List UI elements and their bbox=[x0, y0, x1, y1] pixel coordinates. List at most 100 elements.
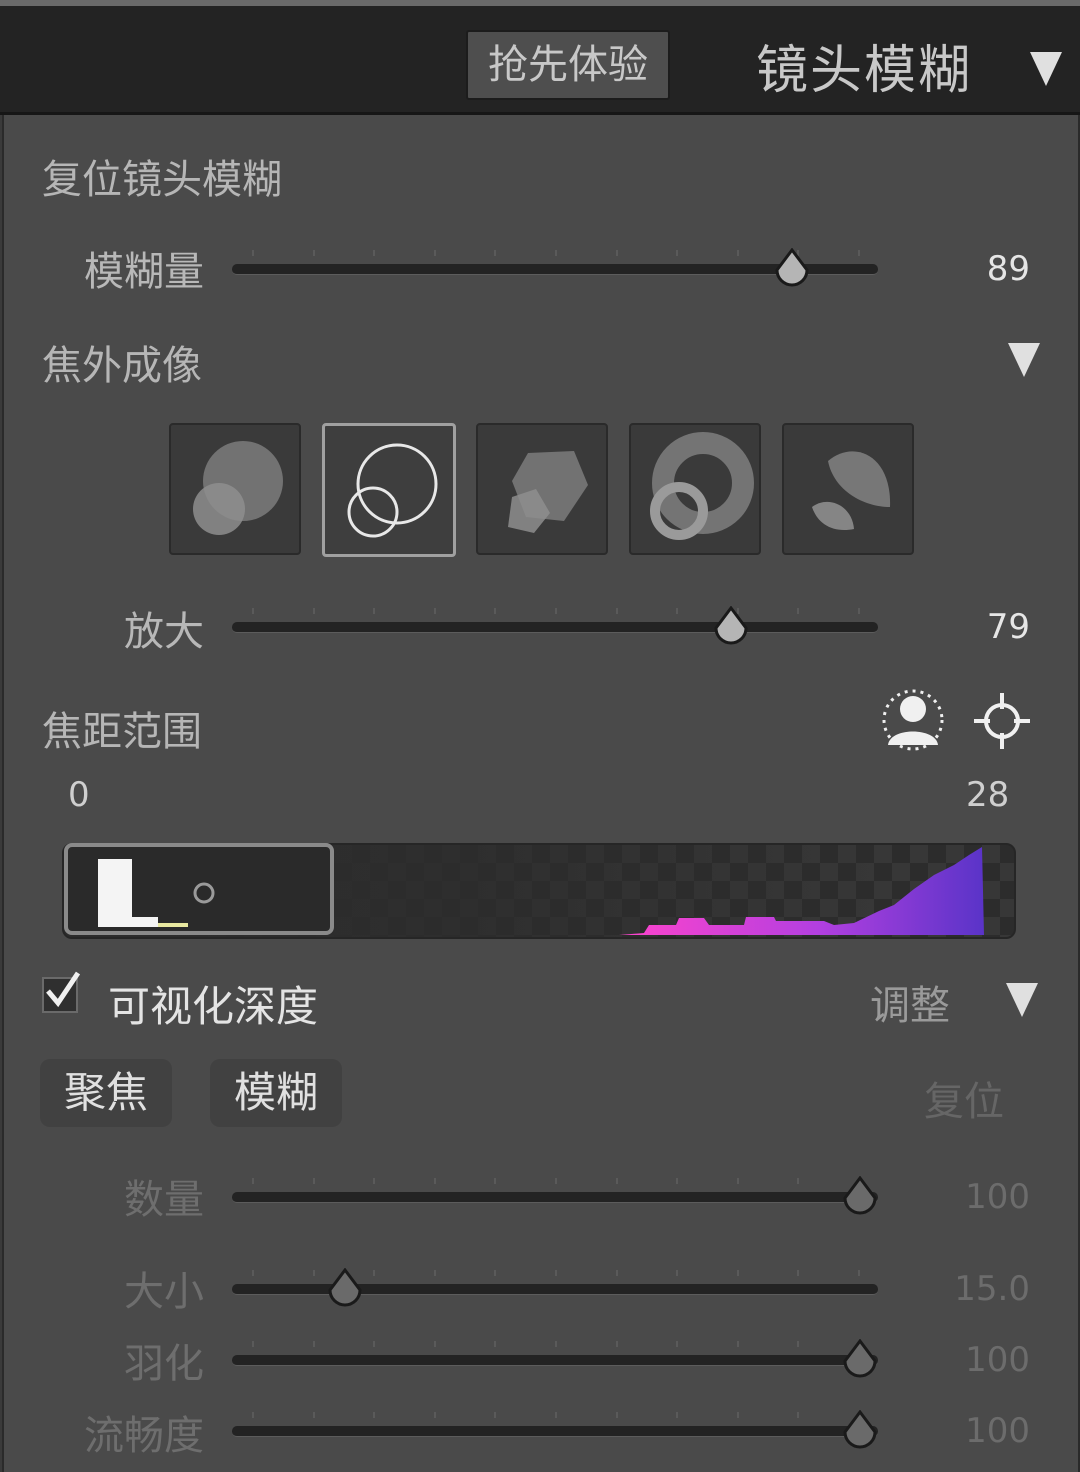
slider-tick bbox=[858, 1270, 860, 1276]
refine-smoothness-value[interactable]: 100 bbox=[930, 1411, 1030, 1451]
slider-tick bbox=[555, 1178, 557, 1184]
slider-tick bbox=[555, 1270, 557, 1276]
slider-tick bbox=[615, 1270, 618, 1276]
panel-header[interactable]: 抢先体验 镜头模糊 bbox=[0, 6, 1080, 115]
slider-tick bbox=[252, 608, 254, 614]
slider-tick bbox=[252, 1270, 254, 1276]
refine-size-thumb[interactable] bbox=[326, 1268, 364, 1308]
focus-point-icon[interactable] bbox=[192, 881, 216, 905]
slider-tick bbox=[555, 608, 557, 614]
slider-tick bbox=[494, 250, 497, 256]
bokeh-blade-button[interactable] bbox=[476, 423, 608, 555]
bokeh-bubble-button[interactable] bbox=[322, 423, 456, 557]
slider-tick bbox=[736, 1341, 739, 1347]
slider-tick bbox=[494, 608, 497, 614]
slider-tick bbox=[858, 250, 860, 256]
slider-tick bbox=[312, 1178, 315, 1184]
refine-smoothness-label: 流畅度 bbox=[84, 1413, 204, 1459]
collapse-triangle-icon[interactable] bbox=[1030, 52, 1062, 86]
slider-tick bbox=[373, 1341, 376, 1347]
bokeh-circle-button[interactable] bbox=[169, 423, 301, 555]
slider-tick bbox=[736, 250, 739, 256]
refine-reset-link[interactable]: 复位 bbox=[924, 1069, 1004, 1127]
slider-tick bbox=[615, 608, 618, 614]
blur-amount-thumb[interactable] bbox=[773, 248, 811, 288]
reset-lens-blur-link[interactable]: 复位镜头模糊 bbox=[42, 147, 282, 205]
refine-amount-value[interactable]: 100 bbox=[930, 1177, 1030, 1217]
checkmark-icon bbox=[46, 971, 81, 1008]
slider-tick bbox=[555, 1341, 557, 1347]
refine-feather-thumb[interactable] bbox=[841, 1339, 879, 1379]
refine-size-label: 大小 bbox=[124, 1269, 204, 1315]
near-depth-base bbox=[98, 917, 158, 927]
refine-smoothness-thumb[interactable] bbox=[841, 1410, 879, 1450]
blur-amount-value[interactable]: 89 bbox=[930, 249, 1030, 289]
slider-tick bbox=[312, 1341, 315, 1347]
slider-tick bbox=[676, 1270, 679, 1276]
adjust-dropdown-triangle-icon[interactable] bbox=[1006, 983, 1038, 1017]
bokeh-cat-eye-icon bbox=[812, 451, 891, 531]
slider-tick bbox=[433, 1412, 436, 1418]
slider-tick bbox=[494, 1270, 497, 1276]
early-access-button[interactable]: 抢先体验 bbox=[466, 30, 670, 100]
slider-tick bbox=[373, 250, 376, 256]
zoom-value[interactable]: 79 bbox=[930, 607, 1030, 647]
bokeh-blade-icon bbox=[508, 451, 588, 533]
slider-tick bbox=[676, 1178, 679, 1184]
refine-feather-label: 羽化 bbox=[124, 1341, 204, 1387]
bokeh-cat-eye-button[interactable] bbox=[782, 423, 914, 555]
refine-amount-track[interactable] bbox=[232, 1192, 878, 1203]
slider-tick bbox=[555, 1412, 557, 1418]
slider-tick bbox=[615, 1178, 618, 1184]
slider-tick bbox=[312, 1270, 315, 1276]
slider-tick bbox=[433, 1341, 436, 1347]
slider-tick bbox=[252, 1412, 254, 1418]
slider-tick bbox=[797, 1178, 800, 1184]
visualize-depth-checkbox[interactable] bbox=[42, 971, 81, 1013]
bokeh-label: 焦外成像 bbox=[42, 343, 202, 389]
slider-tick bbox=[433, 1178, 436, 1184]
subject-select-icon[interactable] bbox=[880, 689, 946, 751]
bokeh-ring-button[interactable] bbox=[629, 423, 761, 555]
focal-range-selector[interactable] bbox=[64, 843, 334, 935]
slider-tick bbox=[373, 1178, 376, 1184]
slider-tick bbox=[736, 1178, 739, 1184]
adjust-label[interactable]: 调整 bbox=[870, 973, 950, 1031]
slider-tick bbox=[615, 1412, 618, 1418]
slider-tick bbox=[312, 250, 315, 256]
panel-title: 镜头模糊 bbox=[756, 41, 973, 101]
refine-feather-value[interactable]: 100 bbox=[930, 1340, 1030, 1380]
point-select-icon[interactable] bbox=[972, 691, 1032, 751]
refine-size-value[interactable]: 15.0 bbox=[930, 1269, 1030, 1309]
slider-tick bbox=[312, 1412, 315, 1418]
slider-tick bbox=[736, 1412, 739, 1418]
slider-tick bbox=[494, 1412, 497, 1418]
refine-smoothness-track[interactable] bbox=[232, 1426, 878, 1437]
slider-tick bbox=[858, 608, 860, 614]
bokeh-dropdown-triangle-icon[interactable] bbox=[1008, 343, 1040, 377]
lens-blur-panel: 复位镜头模糊 模糊量 89 焦外成像 放大 79 焦距范围 0 28 可视化深度… bbox=[2, 115, 1080, 1472]
slider-tick bbox=[312, 608, 315, 614]
slider-tick bbox=[676, 1412, 679, 1418]
slider-tick bbox=[676, 1341, 679, 1347]
visualize-depth-label[interactable]: 可视化深度 bbox=[108, 973, 318, 1034]
tab-blur[interactable]: 模糊 bbox=[210, 1059, 342, 1127]
refine-feather-track[interactable] bbox=[232, 1355, 878, 1366]
slider-tick bbox=[433, 250, 436, 256]
refine-amount-label: 数量 bbox=[124, 1177, 204, 1223]
slider-tick bbox=[676, 608, 679, 614]
slider-tick bbox=[494, 1178, 497, 1184]
zoom-track[interactable] bbox=[232, 622, 878, 633]
slider-tick bbox=[252, 1178, 254, 1184]
slider-tick bbox=[797, 1341, 800, 1347]
refine-amount-thumb[interactable] bbox=[841, 1176, 879, 1216]
tab-focus[interactable]: 聚焦 bbox=[40, 1059, 172, 1127]
blur-amount-label: 模糊量 bbox=[84, 249, 204, 295]
zoom-thumb[interactable] bbox=[712, 606, 750, 646]
slider-tick bbox=[433, 608, 436, 614]
slider-tick bbox=[736, 1270, 739, 1276]
near-depth-tail bbox=[158, 923, 188, 927]
slider-tick bbox=[676, 250, 679, 256]
slider-tick bbox=[433, 1270, 436, 1276]
slider-tick bbox=[615, 250, 618, 256]
